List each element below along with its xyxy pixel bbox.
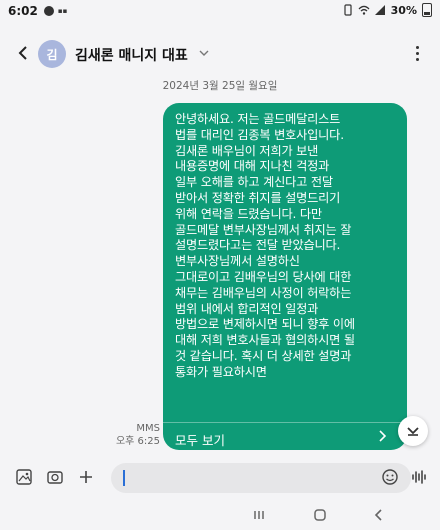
date-separator: 2024년 3월 25일 월요일	[162, 80, 278, 92]
conversation-header: 김 김새론 매니지 대표	[0, 36, 440, 72]
battery-icon	[422, 3, 432, 17]
status-bar: 6:02 ▪▪ 30%	[0, 0, 440, 22]
view-all-label: 모두 보기	[175, 433, 225, 448]
status-time: 6:02	[8, 4, 38, 18]
back-icon[interactable]	[370, 507, 388, 523]
wifi-icon	[358, 5, 370, 15]
chevron-right-icon	[379, 430, 387, 442]
text-caret	[123, 470, 125, 486]
more-vert-icon[interactable]	[406, 42, 428, 64]
battery-percent: 30%	[390, 3, 417, 17]
camera-icon[interactable]	[45, 467, 65, 487]
message-type: MMS	[136, 423, 160, 434]
message-bubble[interactable]: 안녕하세요. 저는 골드메달리스트 법를 대리인 김종복 변호사입니다. 김새론…	[163, 103, 407, 450]
chevron-down-icon[interactable]	[197, 46, 211, 60]
emoji-icon[interactable]	[380, 467, 400, 487]
notification-icon: ▪▪	[57, 7, 68, 15]
avatar[interactable]: 김	[38, 40, 66, 68]
view-all-button[interactable]: 모두 보기	[163, 422, 407, 450]
gallery-icon[interactable]	[14, 467, 34, 487]
vibrate-icon	[344, 4, 352, 16]
scroll-to-bottom-button[interactable]	[398, 416, 428, 446]
voice-icon[interactable]	[410, 467, 430, 487]
message-text: 안녕하세요. 저는 골드메달리스트 법를 대리인 김종복 변호사입니다. 김새론…	[175, 112, 355, 379]
system-nav-bar	[0, 500, 440, 530]
chevron-down-icon	[407, 427, 419, 436]
signal-icon	[374, 5, 385, 15]
back-arrow-icon[interactable]	[10, 40, 36, 66]
plus-icon[interactable]	[76, 467, 96, 487]
compose-bar	[0, 460, 440, 494]
recent-apps-icon[interactable]	[250, 507, 268, 523]
message-input[interactable]	[127, 463, 367, 493]
home-icon[interactable]	[311, 507, 329, 523]
contact-name[interactable]: 김새론 매니지 대표	[75, 45, 188, 65]
message-time: 오후 6:25	[115, 436, 160, 447]
messenger-icon	[43, 6, 54, 16]
message-meta: MMS 오후 6:25	[108, 422, 160, 448]
message-input-field[interactable]	[111, 463, 411, 493]
